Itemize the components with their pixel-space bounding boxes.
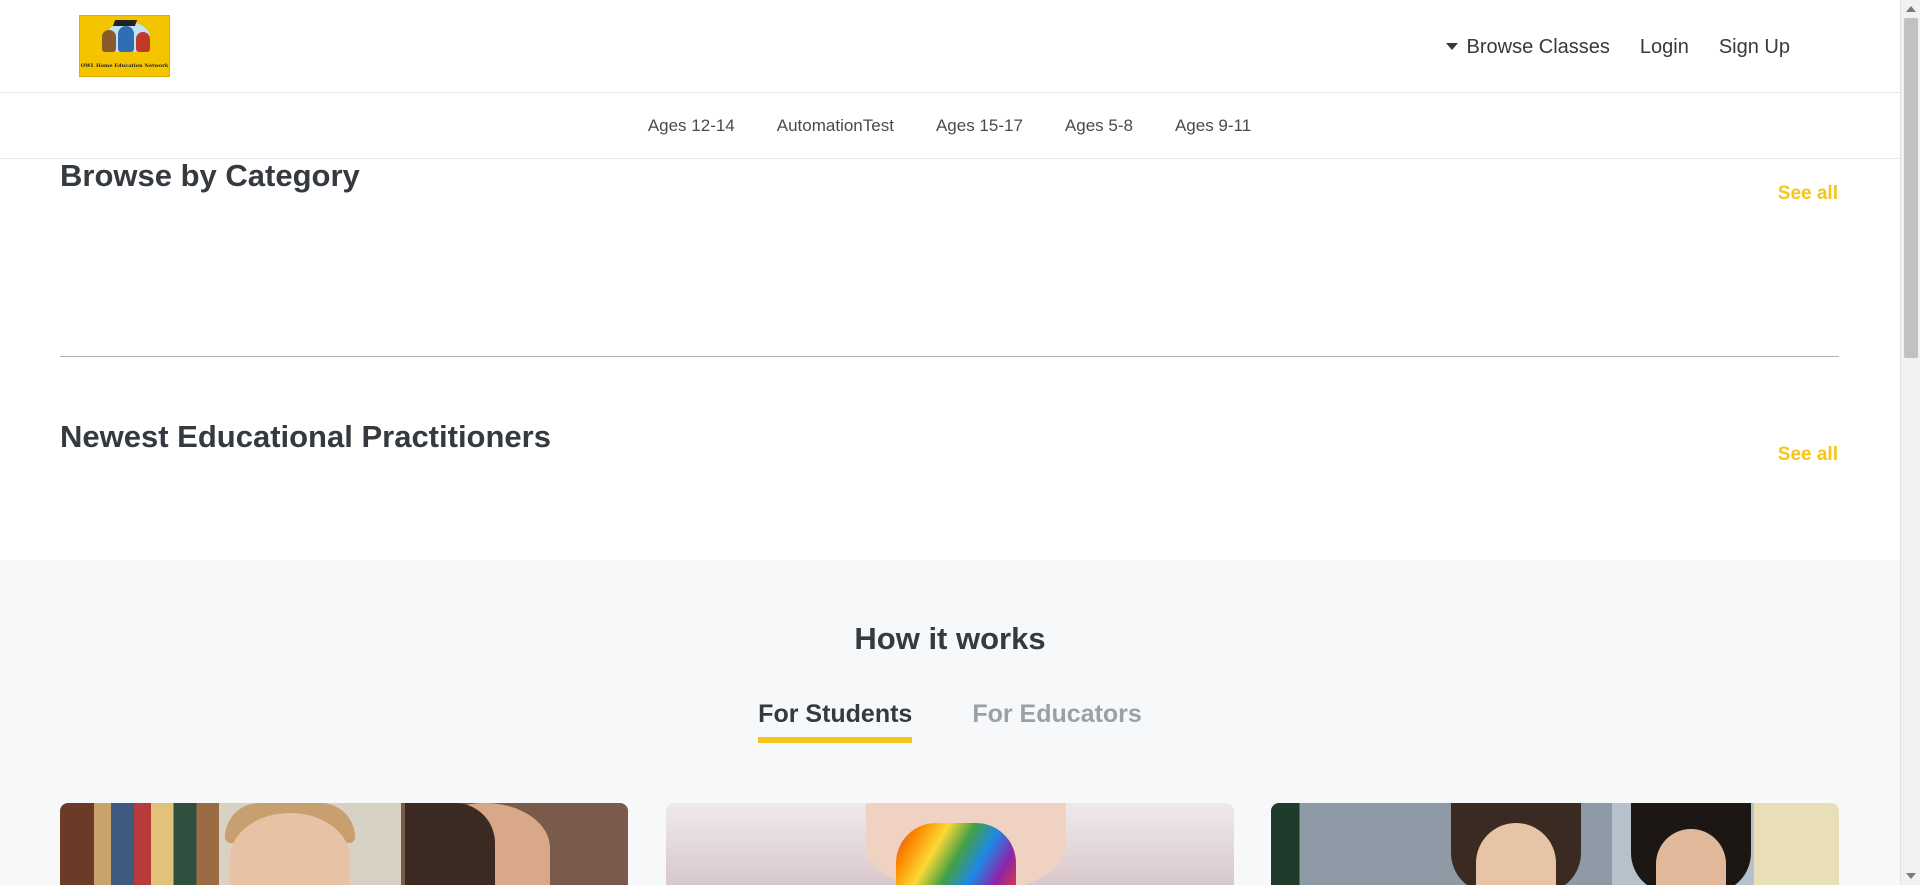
student-card-image bbox=[60, 803, 628, 885]
browse-classes-dropdown[interactable]: Browse Classes bbox=[1445, 35, 1610, 59]
scrollbar-thumb[interactable] bbox=[1904, 18, 1918, 358]
caret-down-icon bbox=[1445, 42, 1458, 50]
browse-classes-label: Browse Classes bbox=[1466, 35, 1610, 58]
logo-figure bbox=[118, 26, 134, 52]
student-card-image bbox=[666, 803, 1234, 885]
category-item-ages-12-14[interactable]: Ages 12-14 bbox=[648, 116, 735, 136]
category-nav: Ages 12-14 AutomationTest Ages 15-17 Age… bbox=[0, 93, 1900, 159]
how-it-works-title: How it works bbox=[854, 621, 1046, 656]
photo-shape bbox=[405, 803, 495, 885]
newest-practitioners-title: Newest Educational Practitioners bbox=[60, 419, 551, 454]
top-header: OWL Home Education Network Browse Classe… bbox=[0, 0, 1900, 93]
login-link[interactable]: Login bbox=[1640, 36, 1689, 59]
how-it-works-cards bbox=[60, 803, 1839, 885]
how-it-works-tabs: For Students For Educators bbox=[0, 700, 1900, 743]
see-all-practitioners-link[interactable]: See all bbox=[1778, 444, 1838, 466]
category-item-ages-15-17[interactable]: Ages 15-17 bbox=[936, 116, 1023, 136]
sign-up-link[interactable]: Sign Up bbox=[1719, 36, 1790, 59]
photo-shape bbox=[896, 823, 1016, 885]
graduation-cap-icon bbox=[112, 20, 138, 26]
see-all-categories-link[interactable]: See all bbox=[1778, 183, 1838, 205]
browse-by-category-title: Browse by Category bbox=[60, 158, 360, 193]
section-divider bbox=[60, 356, 1839, 357]
tab-for-students[interactable]: For Students bbox=[758, 700, 913, 743]
top-nav: Browse Classes Login Sign Up bbox=[1445, 33, 1790, 61]
category-item-automationtest[interactable]: AutomationTest bbox=[777, 116, 894, 136]
logo-text: OWL Home Education Network bbox=[80, 63, 169, 69]
logo-figure bbox=[136, 32, 150, 52]
category-item-ages-5-8[interactable]: Ages 5-8 bbox=[1065, 116, 1133, 136]
category-item-ages-9-11[interactable]: Ages 9-11 bbox=[1175, 116, 1251, 136]
scroll-down-arrow-icon[interactable] bbox=[1906, 873, 1916, 879]
how-it-works-section: How it works For Students For Educators bbox=[0, 560, 1900, 885]
student-card-image bbox=[1271, 803, 1839, 885]
site-logo[interactable]: OWL Home Education Network bbox=[79, 15, 170, 77]
logo-figure bbox=[102, 30, 116, 52]
tab-for-educators[interactable]: For Educators bbox=[972, 700, 1141, 743]
page-scrollbar[interactable] bbox=[1900, 0, 1920, 885]
scroll-up-arrow-icon[interactable] bbox=[1906, 6, 1916, 12]
